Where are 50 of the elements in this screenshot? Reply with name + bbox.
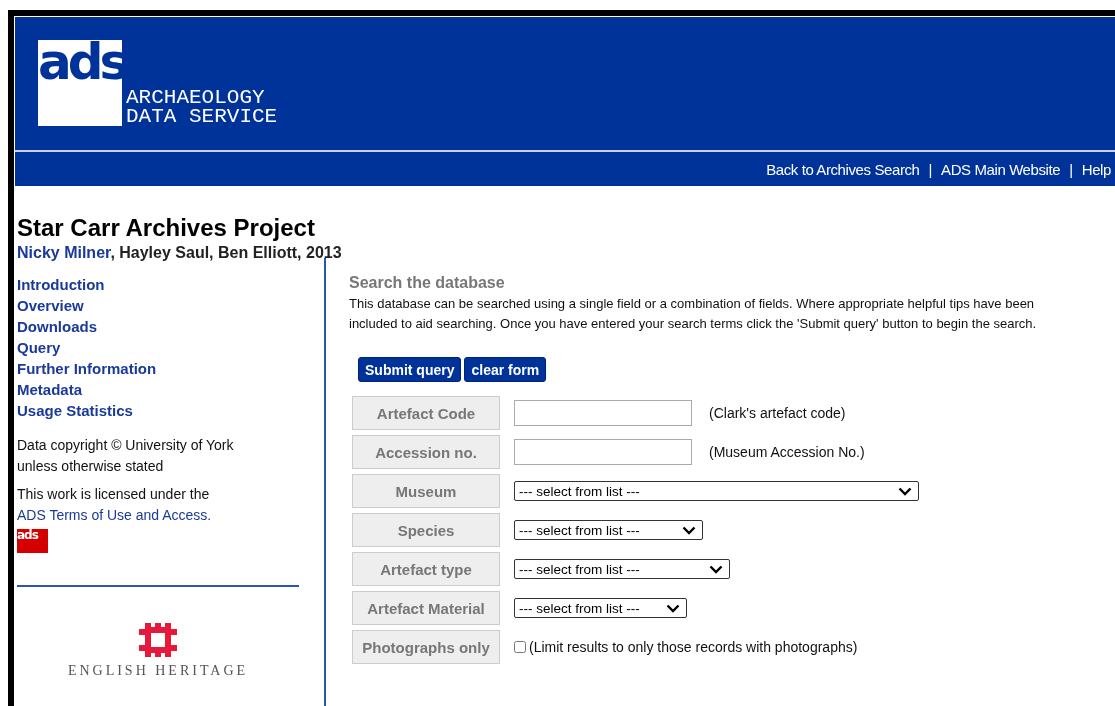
license-text: This work is licensed under the ADS Terms of Use and Access. [17, 485, 213, 525]
chevron-down-icon [666, 603, 680, 613]
sidebar-link[interactable]: Further Information [17, 358, 157, 379]
select-dropdown[interactable]: --- select from list --- [514, 598, 687, 618]
field-label: Species [352, 513, 500, 547]
nav-separator: | [928, 160, 933, 178]
intro-text: This database can be searched using a single field or a combination of fields. Where appropriate helpful tips have been included to aid searching. Once you have entered your search terms click the 'Submit query' button to begin the search. [349, 295, 1038, 333]
section-heading: Search the database [349, 274, 506, 292]
field-label: Artefact type [352, 552, 500, 586]
ads-logo: ads [17, 529, 48, 553]
field-label: Artefact Material [352, 591, 500, 625]
nav-separator: | [1069, 160, 1073, 178]
field-hint: (Museum Accession No.) [709, 444, 865, 460]
sidebar-link[interactable]: Overview [17, 295, 84, 316]
input-field[interactable] [514, 400, 692, 426]
project-title: Star Carr Archives Project [17, 213, 316, 243]
service-name: DATA SERVICE [126, 107, 278, 126]
field-label: Museum [352, 474, 500, 508]
license-link[interactable]: ADS Terms of Use and Access. [17, 507, 212, 523]
ads-logo: ads [38, 40, 122, 126]
submit-button[interactable]: Submit query [358, 357, 462, 382]
select-dropdown[interactable]: --- select from list --- [514, 481, 919, 501]
copyright-text: Data copyright © University of York [17, 436, 235, 455]
field-label: Accession no. [352, 435, 500, 469]
chevron-down-icon [898, 486, 912, 496]
sidebar-link[interactable]: Introduction [17, 274, 105, 295]
field-hint: (Limit results to only those records with photographs) [529, 639, 858, 655]
sidebar-link[interactable]: Metadata [17, 379, 83, 400]
project-authors: , Hayley Saul, Ben Elliott, 2013 [110, 244, 342, 261]
sidebar-link[interactable]: Query [17, 337, 61, 358]
field-label: Artefact Code [352, 396, 500, 430]
partner-logo-text: ENGLISH HERITAGE [67, 663, 249, 679]
input-field[interactable] [514, 439, 692, 465]
nav-link[interactable]: Help [1081, 160, 1111, 178]
checkbox[interactable] [514, 641, 526, 653]
field-hint: (Clark's artefact code) [709, 405, 846, 421]
chevron-down-icon [709, 564, 723, 574]
nav-link[interactable]: Back to Archives Search [766, 160, 920, 178]
service-name: ARCHAEOLOGY [126, 88, 266, 107]
select-dropdown[interactable]: --- select from list --- [514, 520, 703, 540]
field-label: Photographs only [352, 630, 500, 664]
chevron-down-icon [682, 525, 696, 535]
nav-link[interactable]: ADS Main Website [941, 160, 1061, 178]
author-link[interactable]: Nicky Milner [17, 244, 111, 261]
castle-icon [139, 623, 177, 657]
sidebar-link[interactable]: Downloads [17, 316, 97, 337]
clear-button[interactable]: clear form [464, 357, 547, 382]
copyright-text: unless otherwise stated [17, 457, 165, 476]
select-dropdown[interactable]: --- select from list --- [514, 559, 730, 579]
sidebar-link[interactable]: Usage Statistics [17, 400, 133, 421]
